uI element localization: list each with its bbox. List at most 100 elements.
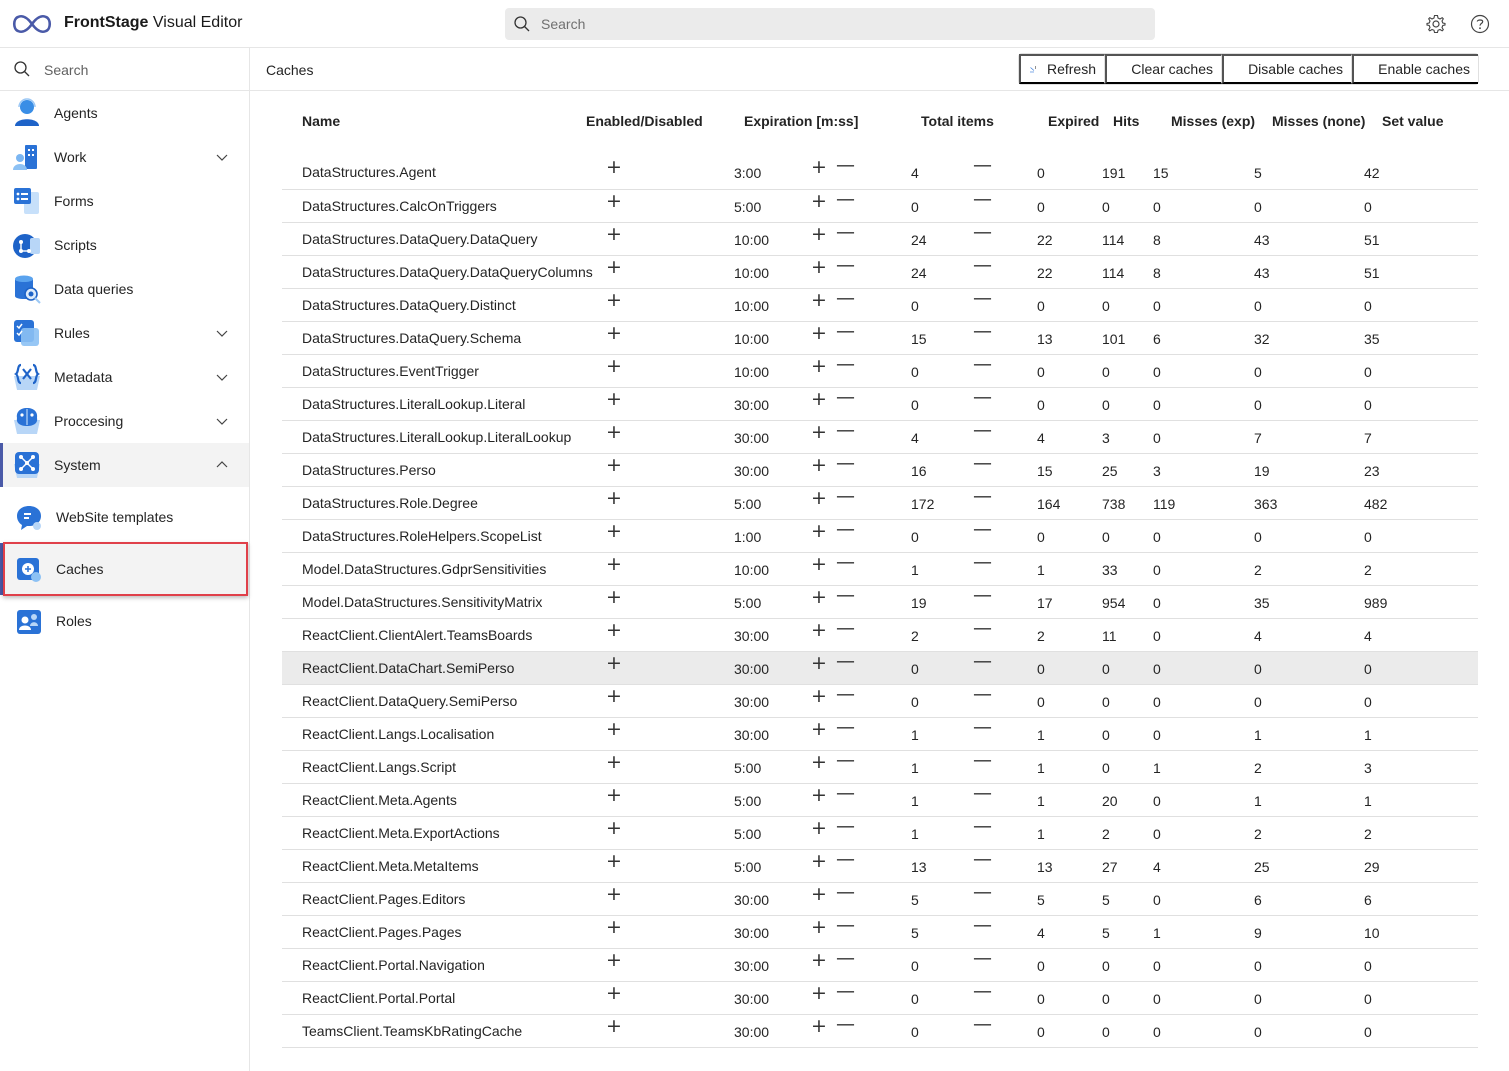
increase-expiration-icon[interactable]: +: [811, 950, 827, 970]
clear-items-icon[interactable]: —: [973, 948, 992, 968]
clear-items-icon[interactable]: —: [973, 486, 992, 506]
clear-items-icon[interactable]: —: [973, 189, 992, 209]
decrease-expiration-icon[interactable]: —: [836, 519, 855, 539]
decrease-expiration-icon[interactable]: —: [836, 387, 855, 407]
increase-expiration-icon[interactable]: +: [811, 686, 827, 706]
chevron-down-icon[interactable]: [214, 149, 230, 165]
enable-toggle-icon[interactable]: +: [606, 488, 622, 508]
chevron-up-icon[interactable]: [214, 457, 230, 473]
decrease-expiration-icon[interactable]: —: [836, 189, 855, 209]
enable-toggle-icon[interactable]: +: [606, 389, 622, 409]
chevron-down-icon[interactable]: [214, 413, 230, 429]
enable-toggle-icon[interactable]: +: [606, 653, 622, 673]
increase-expiration-icon[interactable]: +: [811, 884, 827, 904]
clear-items-icon[interactable]: —: [973, 222, 992, 242]
table-row[interactable]: ReactClient.Portal.Navigation +30:00 + —0—0…: [282, 948, 1478, 982]
decrease-expiration-icon[interactable]: —: [836, 552, 855, 572]
table-row[interactable]: DataStructures.LiteralLookup.LiteralLook…: [282, 420, 1478, 454]
increase-expiration-icon[interactable]: +: [811, 1016, 827, 1036]
sidebar-item-scripts[interactable]: Scripts: [0, 223, 249, 267]
enable-toggle-icon[interactable]: +: [606, 455, 622, 475]
decrease-expiration-icon[interactable]: —: [836, 1014, 855, 1034]
enable-toggle-icon[interactable]: +: [606, 884, 622, 904]
sidebar-item-metadata[interactable]: Metadata: [0, 355, 249, 399]
increase-expiration-icon[interactable]: +: [811, 818, 827, 838]
table-row[interactable]: Model.DataStructures.GdprSensitivities +1…: [282, 552, 1478, 586]
increase-expiration-icon[interactable]: +: [811, 257, 827, 277]
clear-items-icon[interactable]: —: [973, 618, 992, 638]
table-row[interactable]: ReactClient.ClientAlert.TeamsBoards +30:0…: [282, 618, 1478, 652]
increase-expiration-icon[interactable]: +: [811, 521, 827, 541]
clear-items-icon[interactable]: —: [973, 783, 992, 803]
column-header-misses-none[interactable]: Misses (none): [1252, 100, 1365, 142]
table-row[interactable]: ReactClient.Meta.MetaItems +5:00 + — 13 — 13 27…: [282, 849, 1478, 883]
clear-items-icon[interactable]: —: [973, 453, 992, 473]
decrease-expiration-icon[interactable]: —: [836, 981, 855, 1001]
enable-toggle-icon[interactable]: +: [606, 752, 622, 772]
table-row[interactable]: ReactClient.Pages.Pages +30:00 + —5—4 5 1 9 10: [282, 915, 1478, 949]
table-row[interactable]: DataStructures.Perso +30:00 + — 16 — 15 25 3 19 23: [282, 453, 1478, 487]
increase-expiration-icon[interactable]: +: [811, 620, 827, 640]
clear-items-icon[interactable]: —: [973, 420, 992, 440]
table-row[interactable]: DataStructures.RoleHelpers.ScopeList +1:0…: [282, 519, 1478, 553]
help-icon[interactable]: [1469, 13, 1491, 35]
enable-toggle-icon[interactable]: +: [606, 191, 622, 211]
clear-caches-button[interactable]: Clear caches: [1105, 54, 1222, 84]
sidebar-subitem-website-templates[interactable]: WebSite templates: [0, 491, 249, 543]
increase-expiration-icon[interactable]: +: [811, 488, 827, 508]
column-header-total-items[interactable]: Total items: [901, 100, 1028, 142]
enable-toggle-icon[interactable]: +: [606, 554, 622, 574]
sidebar-item-forms[interactable]: Forms: [0, 179, 249, 223]
column-header-enabled[interactable]: Enabled/Disabled: [586, 100, 724, 142]
sidebar-item-rules[interactable]: Rules: [0, 311, 249, 355]
table-row[interactable]: ReactClient.Pages.Editors +30:00 + —5—5 5 0 6 6: [282, 882, 1478, 916]
decrease-expiration-icon[interactable]: —: [836, 651, 855, 671]
table-row[interactable]: Model.DataStructures.SensitivityMatrix +5…: [282, 585, 1478, 619]
table-row[interactable]: DataStructures.DataQuery.DataQueryColumn…: [282, 255, 1478, 289]
sidebar-item-agents[interactable]: Agents: [0, 91, 249, 135]
clear-items-icon[interactable]: —: [973, 849, 992, 869]
clear-items-icon[interactable]: —: [973, 519, 992, 539]
table-row[interactable]: ReactClient.Langs.Script +5:00 + —1—1 0 1 2 3: [282, 750, 1478, 784]
increase-expiration-icon[interactable]: +: [811, 455, 827, 475]
decrease-expiration-icon[interactable]: —: [836, 255, 855, 275]
enable-toggle-icon[interactable]: +: [606, 521, 622, 541]
enable-toggle-icon[interactable]: +: [606, 290, 622, 310]
enable-toggle-icon[interactable]: +: [606, 257, 622, 277]
table-row[interactable]: DataStructures.DataQuery.Distinct +10:00 +…: [282, 288, 1478, 322]
increase-expiration-icon[interactable]: +: [811, 191, 827, 211]
clear-items-icon[interactable]: —: [973, 882, 992, 902]
column-header-hits[interactable]: Hits: [1093, 100, 1151, 142]
increase-expiration-icon[interactable]: +: [811, 554, 827, 574]
table-row[interactable]: DataStructures.LiteralLookup.Literal +30:…: [282, 387, 1478, 421]
decrease-expiration-icon[interactable]: —: [836, 684, 855, 704]
enable-toggle-icon[interactable]: +: [606, 950, 622, 970]
clear-items-icon[interactable]: —: [973, 1014, 992, 1034]
decrease-expiration-icon[interactable]: —: [836, 453, 855, 473]
decrease-expiration-icon[interactable]: —: [836, 618, 855, 638]
enable-toggle-icon[interactable]: +: [606, 158, 622, 177]
enable-toggle-icon[interactable]: +: [606, 224, 622, 244]
table-row[interactable]: DataStructures.CalcOnTriggers +5:00 + —0—0 0…: [282, 189, 1478, 223]
decrease-expiration-icon[interactable]: —: [836, 288, 855, 308]
decrease-expiration-icon[interactable]: —: [836, 486, 855, 506]
clear-items-icon[interactable]: —: [973, 750, 992, 770]
decrease-expiration-icon[interactable]: —: [836, 816, 855, 836]
decrease-expiration-icon[interactable]: —: [836, 354, 855, 374]
column-header-name[interactable]: Name: [282, 100, 586, 142]
decrease-expiration-icon[interactable]: —: [836, 321, 855, 341]
clear-items-icon[interactable]: —: [973, 354, 992, 374]
decrease-expiration-icon[interactable]: —: [836, 222, 855, 242]
increase-expiration-icon[interactable]: +: [811, 785, 827, 805]
sidebar-item-system[interactable]: System: [0, 443, 249, 487]
increase-expiration-icon[interactable]: +: [811, 356, 827, 376]
increase-expiration-icon[interactable]: +: [811, 158, 827, 177]
refresh-button[interactable]: Refresh: [1019, 54, 1105, 84]
clear-items-icon[interactable]: —: [973, 387, 992, 407]
sidebar-item-work[interactable]: Work: [0, 135, 249, 179]
table-row[interactable]: DataStructures.Role.Degree +5:00 + — 172 — 164…: [282, 486, 1478, 520]
clear-items-icon[interactable]: —: [973, 552, 992, 572]
enable-toggle-icon[interactable]: +: [606, 1016, 622, 1036]
decrease-expiration-icon[interactable]: —: [836, 948, 855, 968]
table-row[interactable]: ReactClient.Meta.ExportActions +5:00 + —1—1…: [282, 816, 1478, 850]
